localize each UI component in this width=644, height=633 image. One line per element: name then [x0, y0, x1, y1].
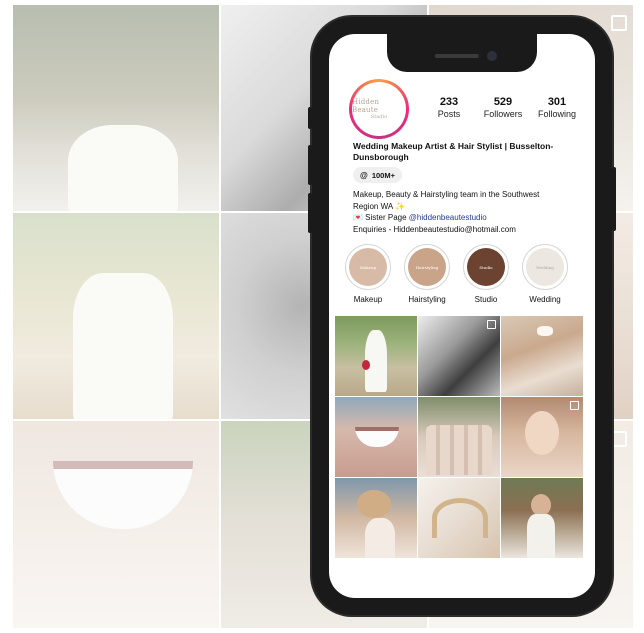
profile-avatar-ring[interactable]: Hidden Beaute Studio [349, 79, 409, 139]
post-thumbnail-makeup-portrait[interactable] [501, 397, 583, 477]
stat-posts-count: 233 [439, 96, 459, 108]
multiple-photos-icon [487, 320, 496, 329]
highlight-label: Hairstyling [408, 295, 446, 304]
highlight-makeup[interactable]: Makeup Makeup [343, 244, 393, 304]
post-thumbnail-headband[interactable] [418, 478, 500, 558]
profile-stats: 233 Posts 529 Followers 301 Following [423, 96, 583, 119]
phone-volume-down [308, 193, 312, 233]
highlight-cover: Studio [467, 248, 505, 286]
bio-line-3: 💌 Sister Page @hiddenbeautestudio [353, 212, 585, 224]
avatar-brand-subtext: Studio [370, 114, 388, 120]
stat-following-label: Following [537, 109, 577, 119]
highlight-label: Makeup [353, 295, 383, 304]
bio-line-4: Enquiries - Hiddenbeautestudio@hotmail.c… [353, 224, 516, 234]
story-highlights: Makeup Makeup Hairstyling Hairstyling St… [343, 244, 570, 304]
stat-followers-count: 529 [493, 96, 513, 108]
phone-speaker [435, 54, 479, 58]
phone-mockup: Hidden Beaute Studio 233 Posts 529 Follo… [308, 17, 616, 615]
posts-grid [335, 316, 583, 559]
instagram-profile-screen: Hidden Beaute Studio 233 Posts 529 Follo… [329, 34, 595, 598]
stat-followers-label: Followers [483, 109, 523, 119]
post-thumbnail-bride-path[interactable] [335, 316, 417, 396]
bg-photo-bride-path [12, 212, 220, 420]
stat-posts[interactable]: 233 Posts [423, 96, 475, 119]
stat-following-count: 301 [547, 96, 567, 108]
post-thumbnail-bridesmaids[interactable] [418, 397, 500, 477]
highlight-studio[interactable]: Studio Studio [461, 244, 511, 304]
profile-bio: Makeup, Beauty & Hairstyling team in the… [353, 189, 585, 235]
stat-posts-label: Posts [437, 109, 461, 119]
bio-sister-page-label: 💌 Sister Page [353, 213, 409, 222]
bio-line-1: Makeup, Beauty & Hairstyling team in the… [353, 190, 540, 199]
threads-badge[interactable]: @ 100M+ [353, 167, 402, 183]
highlight-ring: Hairstyling [404, 244, 450, 290]
highlight-label: Wedding [529, 295, 561, 304]
post-thumbnail-bridal-updo[interactable] [335, 478, 417, 558]
highlight-cover: Hairstyling [408, 248, 446, 286]
bg-photo-smile [12, 420, 220, 629]
post-thumbnail-bw-portrait[interactable] [418, 316, 500, 396]
threads-icon: @ [360, 170, 368, 180]
bg-photo-bride-field [12, 4, 220, 212]
post-thumbnail-bride-garden[interactable] [501, 478, 583, 558]
phone-notch [387, 34, 537, 72]
highlight-ring: Studio [463, 244, 509, 290]
multiple-photos-icon [570, 401, 579, 410]
highlight-cover: Wedding [526, 248, 564, 286]
bio-line-2: Region WA ✨ [353, 201, 405, 211]
stat-following[interactable]: 301 Following [531, 96, 583, 119]
highlight-ring: Wedding [522, 244, 568, 290]
threads-count: 100M+ [371, 170, 395, 180]
post-thumbnail-hair-bow[interactable] [501, 316, 583, 396]
avatar-brand-text: Hidden Beaute [352, 98, 380, 114]
highlight-ring: Makeup [345, 244, 391, 290]
highlight-wedding[interactable]: Wedding Wedding [520, 244, 570, 304]
phone-side-button [308, 107, 312, 129]
highlight-cover: Makeup [349, 248, 387, 286]
sister-page-link[interactable]: @hiddenbeautestudio [409, 213, 487, 222]
highlight-label: Studio [474, 295, 498, 304]
highlight-hairstyling[interactable]: Hairstyling Hairstyling [402, 244, 452, 304]
phone-power-button [612, 167, 616, 231]
avatar[interactable]: Hidden Beaute Studio [352, 82, 406, 136]
post-thumbnail-smile[interactable] [335, 397, 417, 477]
profile-name: Wedding Makeup Artist & Hair Stylist | B… [353, 141, 554, 162]
phone-camera [487, 51, 497, 61]
phone-volume-up [308, 145, 312, 185]
stat-followers[interactable]: 529 Followers [477, 96, 529, 119]
